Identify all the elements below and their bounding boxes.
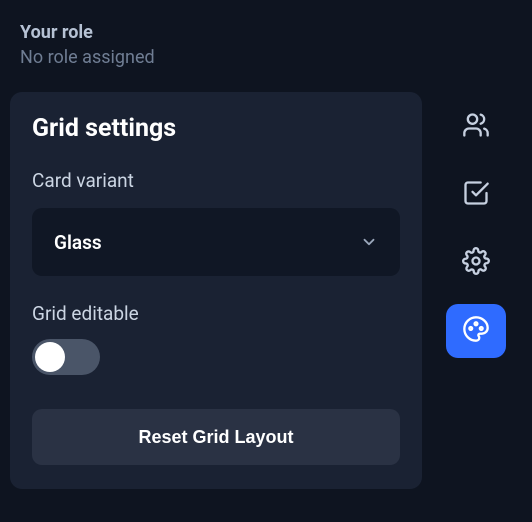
role-section: Your role No role assigned	[10, 22, 422, 80]
grid-editable-toggle[interactable]	[32, 339, 100, 375]
gear-icon	[462, 247, 490, 279]
rail-item-people[interactable]	[446, 100, 506, 154]
chevron-down-icon	[360, 233, 378, 251]
card-variant-label: Card variant	[32, 169, 400, 192]
rail-item-tasks[interactable]	[446, 168, 506, 222]
people-icon	[462, 111, 490, 143]
card-variant-select[interactable]: Glass	[32, 208, 400, 276]
toggle-thumb	[35, 342, 65, 372]
rail-item-settings[interactable]	[446, 236, 506, 290]
rail-item-theme[interactable]	[446, 304, 506, 358]
grid-settings-title: Grid settings	[32, 114, 400, 143]
side-rail	[442, 100, 510, 358]
check-square-icon	[462, 179, 490, 211]
grid-settings-card: Grid settings Card variant Glass Grid ed…	[10, 92, 422, 489]
role-title: Your role	[20, 22, 412, 43]
palette-icon	[462, 315, 490, 347]
card-variant-value: Glass	[54, 231, 102, 254]
role-value: No role assigned	[20, 47, 412, 68]
grid-editable-label: Grid editable	[32, 302, 400, 325]
reset-grid-layout-button[interactable]: Reset Grid Layout	[32, 409, 400, 465]
